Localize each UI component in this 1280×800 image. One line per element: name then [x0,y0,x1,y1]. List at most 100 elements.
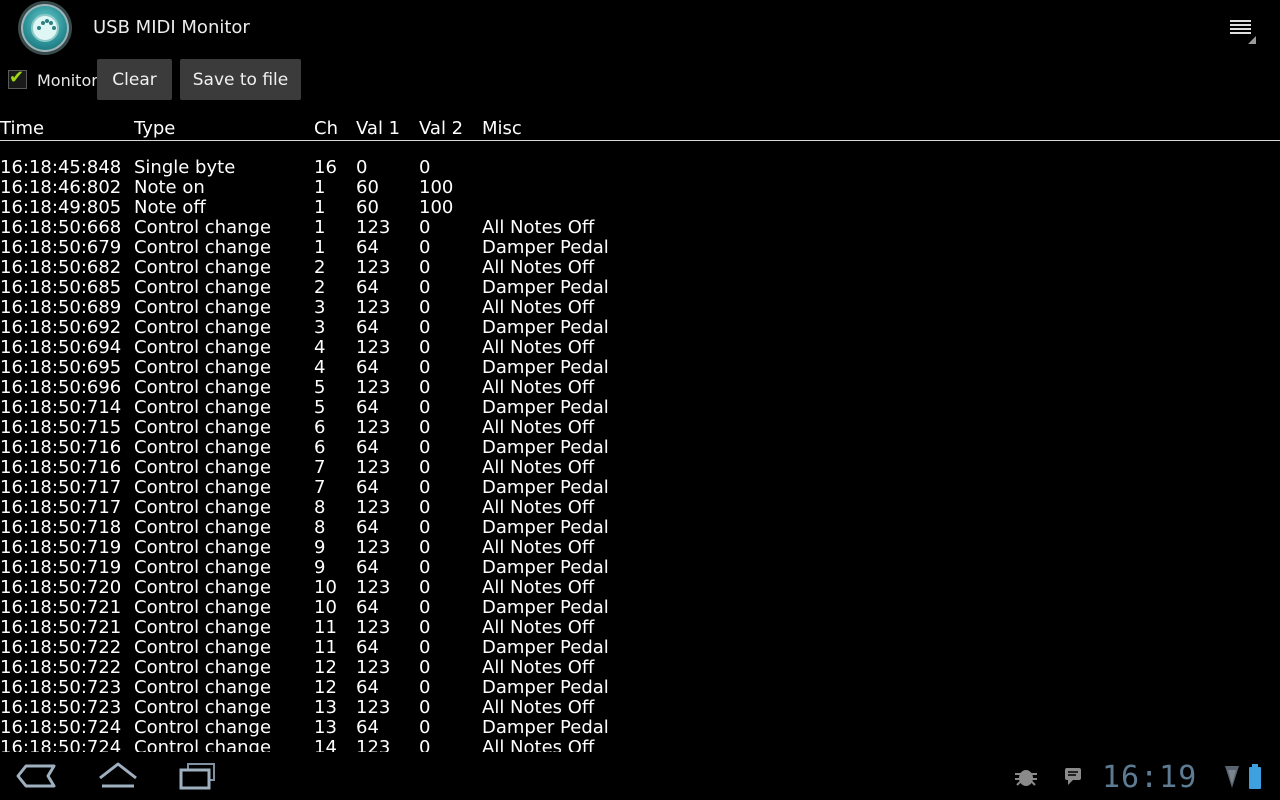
row-val1: 64 [356,397,379,418]
recent-apps-icon[interactable] [176,760,220,792]
row-val1: 123 [356,297,391,318]
row-val1: 123 [356,697,391,718]
column-header-time: Time [0,118,45,139]
row-val2: 0 [419,417,431,438]
row-val1: 60 [356,177,379,198]
row-val1: 64 [356,717,379,738]
row-channel: 6 [314,437,326,458]
row-type: Control change [134,717,272,738]
row-channel: 11 [314,637,337,658]
app-window: USB MIDI Monitor ✔ Monitor Clear Save to… [0,0,1280,800]
row-val2: 100 [419,197,454,218]
row-channel: 3 [314,317,326,338]
row-channel: 8 [314,517,326,538]
row-val2: 0 [419,357,431,378]
midi-connector-icon [21,4,69,52]
row-val1: 123 [356,257,391,278]
row-misc: All Notes Off [482,497,595,518]
row-misc: All Notes Off [482,257,595,278]
row-time: 16:18:50:724 [0,737,122,753]
row-val2: 0 [419,617,431,638]
row-time: 16:18:50:714 [0,397,122,418]
row-channel: 1 [314,177,326,198]
log-row: 16:18:50:689 Control change 3 123 0 All Notes… [0,298,1280,318]
row-val2: 0 [419,697,431,718]
header-divider [0,140,1280,141]
row-time: 16:18:50:694 [0,337,122,358]
back-icon[interactable] [14,760,58,792]
log-row: 16:18:50:717 Control change 8 123 0 All Notes… [0,498,1280,518]
row-type: Control change [134,437,272,458]
row-val2: 0 [419,657,431,678]
row-time: 16:18:50:723 [0,677,122,698]
row-type: Control change [134,317,272,338]
row-val1: 64 [356,557,379,578]
overflow-menu-icon[interactable] [1224,12,1264,48]
action-bar: USB MIDI Monitor [0,0,1280,56]
logo-face [31,14,59,42]
row-channel: 6 [314,417,326,438]
log-row: 16:18:46:802 Note on 1 60 100 [0,178,1280,198]
row-time: 16:18:50:679 [0,237,122,258]
row-val2: 0 [419,677,431,698]
row-val2: 0 [419,158,431,178]
row-time: 16:18:50:695 [0,357,122,378]
row-misc: All Notes Off [482,697,595,718]
row-misc: All Notes Off [482,617,595,638]
row-val2: 0 [419,637,431,658]
row-type: Control change [134,537,272,558]
row-type: Control change [134,657,272,678]
row-misc: All Notes Off [482,417,595,438]
row-misc: All Notes Off [482,337,595,358]
row-misc: All Notes Off [482,577,595,598]
row-misc: Damper Pedal [482,597,609,618]
row-time: 16:18:50:718 [0,517,122,538]
row-val1: 123 [356,737,391,753]
row-misc: Damper Pedal [482,517,609,538]
row-time: 16:18:50:717 [0,477,122,498]
home-icon[interactable] [96,760,140,792]
save-to-file-button[interactable]: Save to file [180,59,301,100]
column-header-val1: Val 1 [356,118,401,139]
menu-line [1230,24,1251,26]
midi-log-list[interactable]: 16:18:45:848 Single byte 16 0 0 16:18:46:802 N… [0,158,1280,752]
row-time: 16:18:50:720 [0,577,122,598]
row-channel: 7 [314,457,326,478]
row-misc: All Notes Off [482,217,595,238]
row-type: Control change [134,257,272,278]
row-val1: 64 [356,637,379,658]
row-time: 16:18:50:692 [0,317,122,338]
row-val2: 0 [419,517,431,538]
row-val1: 123 [356,617,391,638]
row-channel: 11 [314,617,337,638]
row-channel: 2 [314,277,326,298]
monitor-label[interactable]: Monitor [37,71,98,90]
status-clock: 16:19 [1102,760,1198,795]
row-val1: 64 [356,677,379,698]
row-channel: 4 [314,337,326,358]
log-row: 16:18:50:682 Control change 2 123 0 All Notes… [0,258,1280,278]
log-row: 16:18:50:694 Control change 4 123 0 All Notes… [0,338,1280,358]
row-type: Control change [134,237,272,258]
row-val1: 123 [356,417,391,438]
row-val2: 0 [419,717,431,738]
row-type: Control change [134,297,272,318]
row-val2: 0 [419,477,431,498]
row-misc: All Notes Off [482,737,595,753]
row-channel: 8 [314,497,326,518]
row-misc: All Notes Off [482,457,595,478]
log-row: 16:18:50:716 Control change 7 123 0 All Notes… [0,458,1280,478]
clear-button[interactable]: Clear [97,59,172,100]
row-channel: 16 [314,158,337,178]
log-row: 16:18:50:719 Control change 9 123 0 All Notes… [0,538,1280,558]
row-time: 16:18:50:716 [0,457,122,478]
row-time: 16:18:45:848 [0,158,122,178]
column-header-channel: Ch [314,118,338,139]
row-time: 16:18:50:682 [0,257,122,278]
monitor-checkbox[interactable]: ✔ [8,67,27,89]
row-time: 16:18:50:716 [0,437,122,458]
row-val2: 0 [419,557,431,578]
row-type: Control change [134,637,272,658]
row-val1: 60 [356,197,379,218]
row-type: Note on [134,177,205,198]
